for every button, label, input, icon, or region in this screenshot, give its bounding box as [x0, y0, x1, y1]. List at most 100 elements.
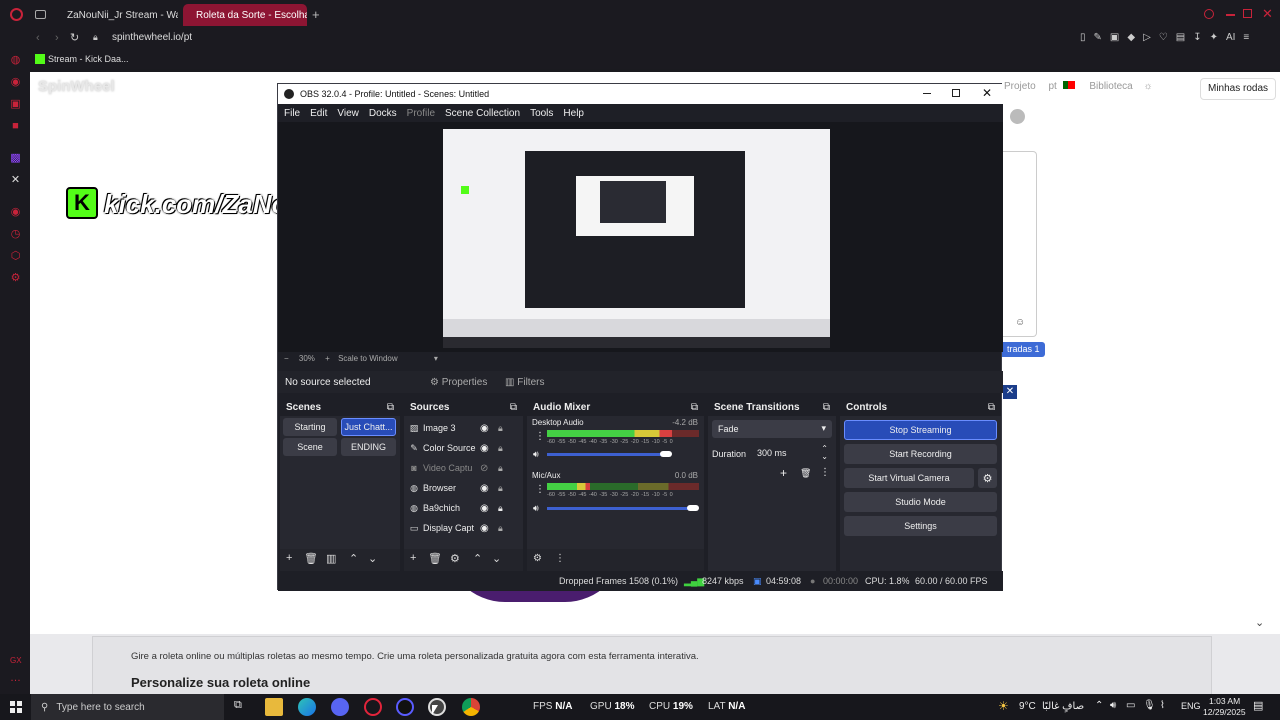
start-recording-button[interactable]: Start Recording: [844, 444, 997, 464]
move-down-icon[interactable]: ⌄: [492, 552, 501, 565]
zoom-out-icon[interactable]: −: [284, 354, 289, 363]
obs-title-bar[interactable]: OBS 32.0.4 - Profile: Untitled - Scenes:…: [278, 84, 1003, 104]
messenger-icon[interactable]: ◉: [10, 77, 21, 88]
taskbar-search[interactable]: ⚲ Type here to search: [31, 694, 224, 720]
extensions-icon[interactable]: ⬡: [10, 251, 21, 262]
undock-icon[interactable]: ⧉: [691, 402, 698, 413]
player-icon[interactable]: ◉: [10, 207, 21, 218]
obs-preview[interactable]: − 30% + Scale to Window ▾: [278, 122, 1003, 363]
move-down-icon[interactable]: ⌄: [368, 552, 377, 565]
menu-edit[interactable]: Edit: [310, 108, 327, 119]
source-settings-icon[interactable]: ⚙: [450, 552, 460, 565]
filters-button[interactable]: ▥ Filters: [505, 377, 544, 388]
transition-select[interactable]: Fade ▾: [712, 420, 832, 438]
heart-icon[interactable]: ♡: [1159, 32, 1176, 43]
duration-field[interactable]: 300 ms ⌃ ⌄: [753, 444, 832, 462]
add-scene-icon[interactable]: +: [286, 552, 292, 564]
obs-maximize-icon[interactable]: [952, 89, 960, 97]
undock-icon[interactable]: ⧉: [387, 402, 394, 413]
volume-knob[interactable]: [687, 505, 699, 511]
visibility-icon[interactable]: ◉: [480, 523, 489, 534]
language-indicator[interactable]: ENG: [1181, 701, 1201, 711]
whatsapp-icon[interactable]: ▣: [10, 99, 21, 110]
visibility-icon[interactable]: ◉: [480, 503, 489, 514]
forward-icon[interactable]: ›: [55, 32, 59, 44]
nav-project[interactable]: Projeto: [1004, 81, 1036, 92]
task-view-icon[interactable]: ⧉: [234, 699, 242, 712]
close-popup-icon[interactable]: ✕: [1003, 385, 1017, 399]
sidebar-toggle-icon[interactable]: ▯: [1080, 32, 1094, 43]
notifications-icon[interactable]: ▤: [1253, 699, 1263, 712]
tab-spin-wheel[interactable]: Roleta da Sorte - Escolha: [183, 4, 307, 26]
visibility-icon[interactable]: ◉: [480, 423, 489, 434]
lock-icon[interactable]: 🔒︎: [498, 463, 503, 474]
spin-down-icon[interactable]: ⌄: [821, 452, 828, 461]
file-explorer-icon[interactable]: [265, 698, 283, 716]
my-wheels-button[interactable]: Minhas rodas: [1200, 78, 1277, 100]
scroll-down-icon[interactable]: ⌄: [1255, 616, 1264, 629]
tray-chevron-icon[interactable]: ⌃: [1095, 700, 1103, 711]
zoom-dropdown-icon[interactable]: ▾: [434, 354, 438, 363]
start-virtual-camera-button[interactable]: Start Virtual Camera: [844, 468, 974, 488]
stop-streaming-button[interactable]: Stop Streaming: [844, 420, 997, 440]
add-transition-icon[interactable]: +: [780, 466, 787, 480]
settings-button[interactable]: Settings: [844, 516, 997, 536]
delete-scene-icon[interactable]: 🗑︎: [304, 552, 318, 565]
aria-sidebar-icon[interactable]: ◍: [10, 55, 21, 66]
search-tabs-icon[interactable]: [1204, 9, 1214, 19]
channel-menu-icon[interactable]: ⋮: [535, 431, 545, 442]
weather-text[interactable]: صافٍ غالبًا: [1042, 701, 1084, 712]
source-item[interactable]: ◍ Ba9chich ◉ 🔒︎: [408, 499, 522, 517]
back-icon[interactable]: ‹: [36, 32, 40, 44]
audio-menu-icon[interactable]: ⋮: [555, 553, 565, 564]
menu-docks[interactable]: Docks: [369, 108, 397, 119]
source-item[interactable]: ✎ Color Source ◉ 🔒︎: [408, 439, 522, 457]
workspaces-icon[interactable]: [35, 10, 46, 19]
more-icon[interactable]: …: [10, 673, 21, 684]
new-tab-button[interactable]: +: [312, 7, 320, 22]
transition-menu-icon[interactable]: ⋮: [820, 467, 830, 478]
nav-library[interactable]: Biblioteca: [1089, 81, 1132, 92]
x-icon[interactable]: ✕: [10, 175, 21, 186]
play-icon[interactable]: ▷: [1143, 32, 1159, 43]
opera-gx-icon[interactable]: [364, 698, 382, 716]
lock-icon[interactable]: 🔒︎: [498, 523, 503, 534]
menu-icon[interactable]: ≡: [1243, 32, 1257, 43]
ai-label[interactable]: AI: [1226, 32, 1235, 43]
clock-date[interactable]: 12/29/2025: [1203, 707, 1246, 717]
scene-starting[interactable]: Starting: [283, 418, 337, 436]
shield-icon[interactable]: ◆: [1127, 32, 1143, 43]
lock-icon[interactable]: 🔒︎: [498, 443, 503, 454]
delete-transition-icon[interactable]: 🗑︎: [800, 468, 811, 479]
obs-close-icon[interactable]: ✕: [982, 86, 992, 100]
delete-source-icon[interactable]: 🗑︎: [428, 552, 442, 565]
source-item[interactable]: ◍ Browser ◉ 🔒︎: [408, 479, 522, 497]
speaker-icon[interactable]: 🔊︎: [533, 503, 539, 514]
move-up-icon[interactable]: ⌃: [473, 552, 482, 565]
lock-icon[interactable]: 🔒︎: [498, 423, 503, 434]
history-icon[interactable]: ◷: [10, 229, 21, 240]
wifi-icon[interactable]: ⌇: [1160, 700, 1165, 711]
scene-scene[interactable]: Scene: [283, 438, 337, 456]
theme-icon[interactable]: ☼: [1144, 81, 1153, 92]
undock-icon[interactable]: ⧉: [510, 402, 517, 413]
pin-icon[interactable]: ✎: [1094, 32, 1110, 43]
site-logo[interactable]: SpinWheel: [38, 78, 115, 95]
emoji-icon[interactable]: ☺: [1015, 317, 1025, 328]
settings-icon[interactable]: ⚙: [10, 273, 21, 284]
undock-icon[interactable]: ⧉: [823, 402, 830, 413]
menu-help[interactable]: Help: [563, 108, 584, 119]
nav-lang[interactable]: pt: [1048, 81, 1056, 92]
menu-tools[interactable]: Tools: [530, 108, 553, 119]
move-up-icon[interactable]: ⌃: [349, 552, 358, 565]
scene-filters-icon[interactable]: ▥: [326, 552, 336, 565]
volume-icon[interactable]: 🔊︎: [1110, 700, 1116, 711]
zoom-mode[interactable]: Scale to Window: [338, 354, 398, 363]
opera-icon[interactable]: [10, 8, 23, 21]
gx-icon[interactable]: GX: [10, 655, 22, 666]
weather-icon[interactable]: ☀: [998, 699, 1009, 713]
url-field[interactable]: spinthewheel.io/pt: [112, 32, 192, 43]
add-source-icon[interactable]: +: [410, 552, 416, 564]
scene-ending[interactable]: ENDING: [341, 438, 396, 456]
download-icon[interactable]: ↧: [1193, 32, 1209, 43]
